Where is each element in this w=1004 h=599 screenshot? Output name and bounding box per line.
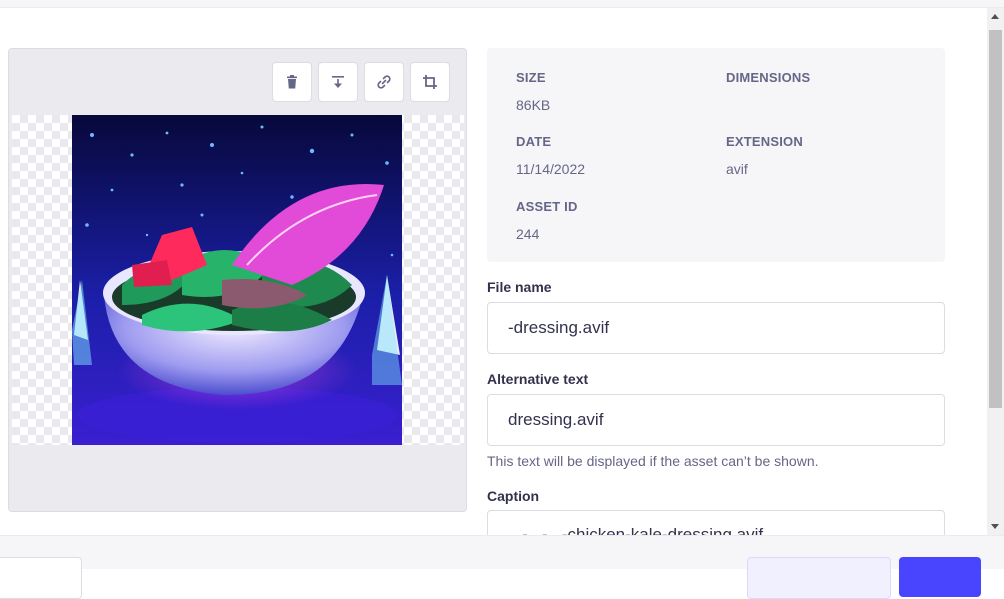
modal-footer	[0, 535, 1004, 599]
scroll-up-icon[interactable]	[991, 14, 999, 19]
asset-preview-card	[8, 48, 467, 512]
cancel-button[interactable]	[0, 557, 82, 599]
file-name-value: -dressing.avif	[508, 318, 610, 337]
file-name-label: File name	[487, 279, 552, 295]
size-value: 86KB	[516, 97, 551, 113]
scroll-down-icon[interactable]	[991, 524, 999, 529]
asset-info-panel: SIZE 86KB DIMENSIONS DATE 11/14/2022 EXT…	[487, 48, 945, 262]
secondary-action-button[interactable]	[747, 557, 891, 599]
top-strip	[0, 0, 1004, 8]
crop-button[interactable]	[410, 62, 450, 102]
dimensions-label: DIMENSIONS	[726, 70, 811, 85]
alt-text-value: dressing.avif	[508, 410, 604, 429]
asset-id-meta: ASSET ID 244	[516, 199, 578, 242]
extension-value: avif	[726, 161, 748, 177]
date-label: DATE	[516, 134, 552, 149]
crop-icon	[423, 75, 437, 89]
file-name-input[interactable]: -dressing.avif	[487, 302, 945, 354]
finish-button[interactable]	[899, 557, 981, 597]
download-icon	[332, 76, 344, 88]
scrollbar[interactable]	[987, 8, 1004, 535]
date-meta: DATE 11/14/2022	[516, 134, 585, 177]
link-icon	[377, 75, 391, 89]
preview-toolbar	[272, 62, 450, 102]
trash-icon	[287, 75, 297, 89]
alt-text-input[interactable]: dressing.avif	[487, 394, 945, 446]
asset-id-value: 244	[516, 226, 540, 242]
date-value: 11/14/2022	[516, 161, 586, 177]
alt-text-label: Alternative text	[487, 371, 589, 387]
asset-id-label: ASSET ID	[516, 199, 578, 214]
caption-label: Caption	[487, 488, 540, 504]
asset-image	[72, 115, 402, 445]
copy-link-button[interactable]	[364, 62, 404, 102]
download-button[interactable]	[318, 62, 358, 102]
dimensions-meta: DIMENSIONS	[726, 70, 810, 97]
size-meta: SIZE 86KB	[516, 70, 550, 113]
alt-text-hint: This text will be displayed if the asset…	[487, 453, 819, 469]
extension-meta: EXTENSION avif	[726, 134, 803, 177]
size-label: SIZE	[516, 70, 546, 85]
delete-button[interactable]	[272, 62, 312, 102]
extension-label: EXTENSION	[726, 134, 803, 149]
scroll-thumb[interactable]	[989, 30, 1002, 408]
